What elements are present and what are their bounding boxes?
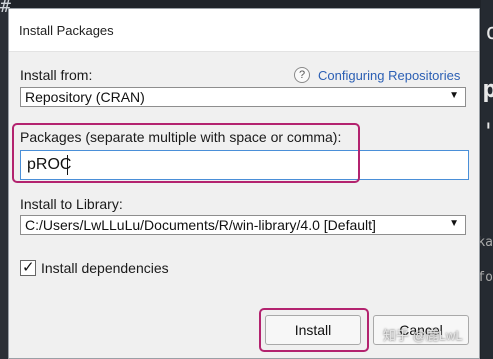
library-select[interactable]: C:/Users/LwLLuLu/Documents/R/win-library… bbox=[20, 215, 466, 235]
dialog-title: Install Packages bbox=[19, 23, 114, 38]
dialog-titlebar[interactable]: Install Packages bbox=[9, 9, 479, 52]
help-icon[interactable]: ? bbox=[294, 67, 310, 83]
install-from-select[interactable]: Repository (CRAN) ▼ bbox=[20, 87, 466, 107]
configuring-repositories-link[interactable]: Configuring Repositories bbox=[318, 68, 460, 83]
watermark-text: 知乎 @鹿LwL bbox=[383, 328, 463, 343]
background-editor-left bbox=[0, 0, 8, 359]
checkmark-icon: ✓ bbox=[22, 259, 35, 276]
install-from-selected: Repository (CRAN) bbox=[25, 89, 145, 105]
background-fragment-3: ' bbox=[482, 120, 493, 145]
install-to-library-label: Install to Library: bbox=[20, 196, 123, 212]
install-from-label: Install from: bbox=[20, 67, 93, 83]
packages-input[interactable] bbox=[20, 150, 469, 180]
background-fragment-2: p bbox=[482, 75, 493, 103]
packages-label: Packages (separate multiple with space o… bbox=[20, 129, 342, 145]
background-editor-right bbox=[481, 0, 493, 359]
install-packages-dialog: Install Packages Install from: ? Configu… bbox=[8, 8, 480, 359]
dropdown-arrow-icon: ▼ bbox=[449, 218, 459, 229]
install-dependencies-checkbox[interactable]: ✓ bbox=[20, 259, 36, 276]
install-dependencies-label: Install dependencies bbox=[41, 260, 169, 276]
library-selected: C:/Users/LwLLuLu/Documents/R/win-library… bbox=[25, 217, 376, 233]
install-button[interactable]: Install bbox=[265, 315, 361, 345]
dropdown-arrow-icon: ▼ bbox=[449, 90, 459, 101]
background-fragment-1: o bbox=[485, 20, 493, 45]
text-caret bbox=[67, 155, 68, 175]
